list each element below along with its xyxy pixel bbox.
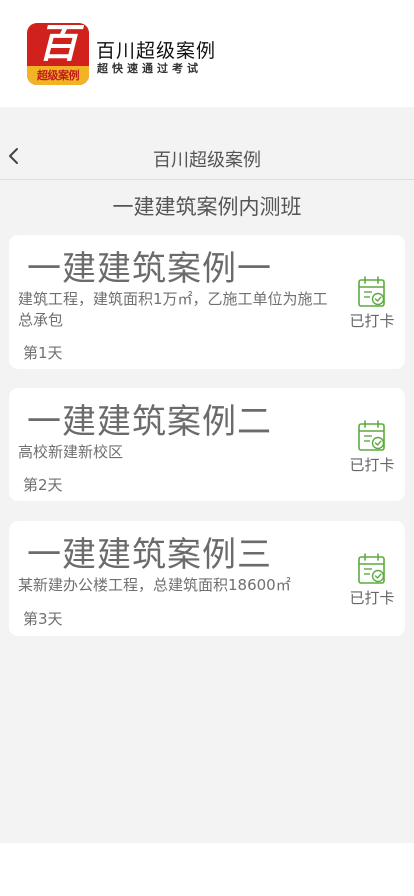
app-logo: 百 超级案例 (27, 23, 89, 85)
checkin-label: 已打卡 (349, 589, 395, 607)
calendar-check-icon (358, 553, 385, 584)
case-day: 第3天 (23, 610, 63, 628)
brand-slogan: 超快速通过考试 (97, 62, 202, 75)
main-content: 百川超级案例 一建建筑案例内测班 一建建筑案例一 建筑工程，建筑面积1万㎡，乙施… (0, 107, 414, 843)
case-title: 一建建筑案例三 (27, 535, 272, 575)
checkin-status: 已打卡 (345, 420, 399, 476)
case-day: 第1天 (23, 344, 63, 362)
section-title: 一建建筑案例内测班 (112, 195, 302, 219)
app-header: 百 超级案例 百川超级案例 超快速通过考试 (0, 0, 414, 107)
checkin-label: 已打卡 (349, 456, 395, 474)
case-description: 高校新建新校区 (18, 443, 124, 461)
calendar-check-icon (358, 276, 385, 307)
case-description: 某新建办公楼工程，总建筑面积18600㎡ (18, 576, 291, 594)
case-card-3[interactable]: 一建建筑案例三 某新建办公楼工程，总建筑面积18600㎡ 第3天 已打卡 (9, 521, 405, 636)
checkin-status: 已打卡 (345, 553, 399, 609)
calendar-check-icon (358, 420, 385, 451)
case-card-2[interactable]: 一建建筑案例二 高校新建新校区 第2天 已打卡 (9, 388, 405, 501)
checkin-label: 已打卡 (349, 312, 395, 330)
checkin-status: 已打卡 (345, 276, 399, 332)
case-title: 一建建筑案例二 (27, 402, 272, 442)
case-title: 一建建筑案例一 (27, 249, 272, 289)
case-description: 建筑工程，建筑面积1万㎡，乙施工单位为施工总承包 (18, 290, 328, 329)
logo-glyph: 百 (38, 23, 78, 67)
brand-name: 百川超级案例 (96, 40, 217, 62)
navbar: 百川超级案例 (0, 137, 414, 180)
case-day: 第2天 (23, 476, 63, 494)
logo-band-text: 超级案例 (27, 66, 89, 85)
nav-title: 百川超级案例 (153, 150, 261, 171)
case-card-1[interactable]: 一建建筑案例一 建筑工程，建筑面积1万㎡，乙施工单位为施工总承包 第1天 已打卡 (9, 235, 405, 369)
